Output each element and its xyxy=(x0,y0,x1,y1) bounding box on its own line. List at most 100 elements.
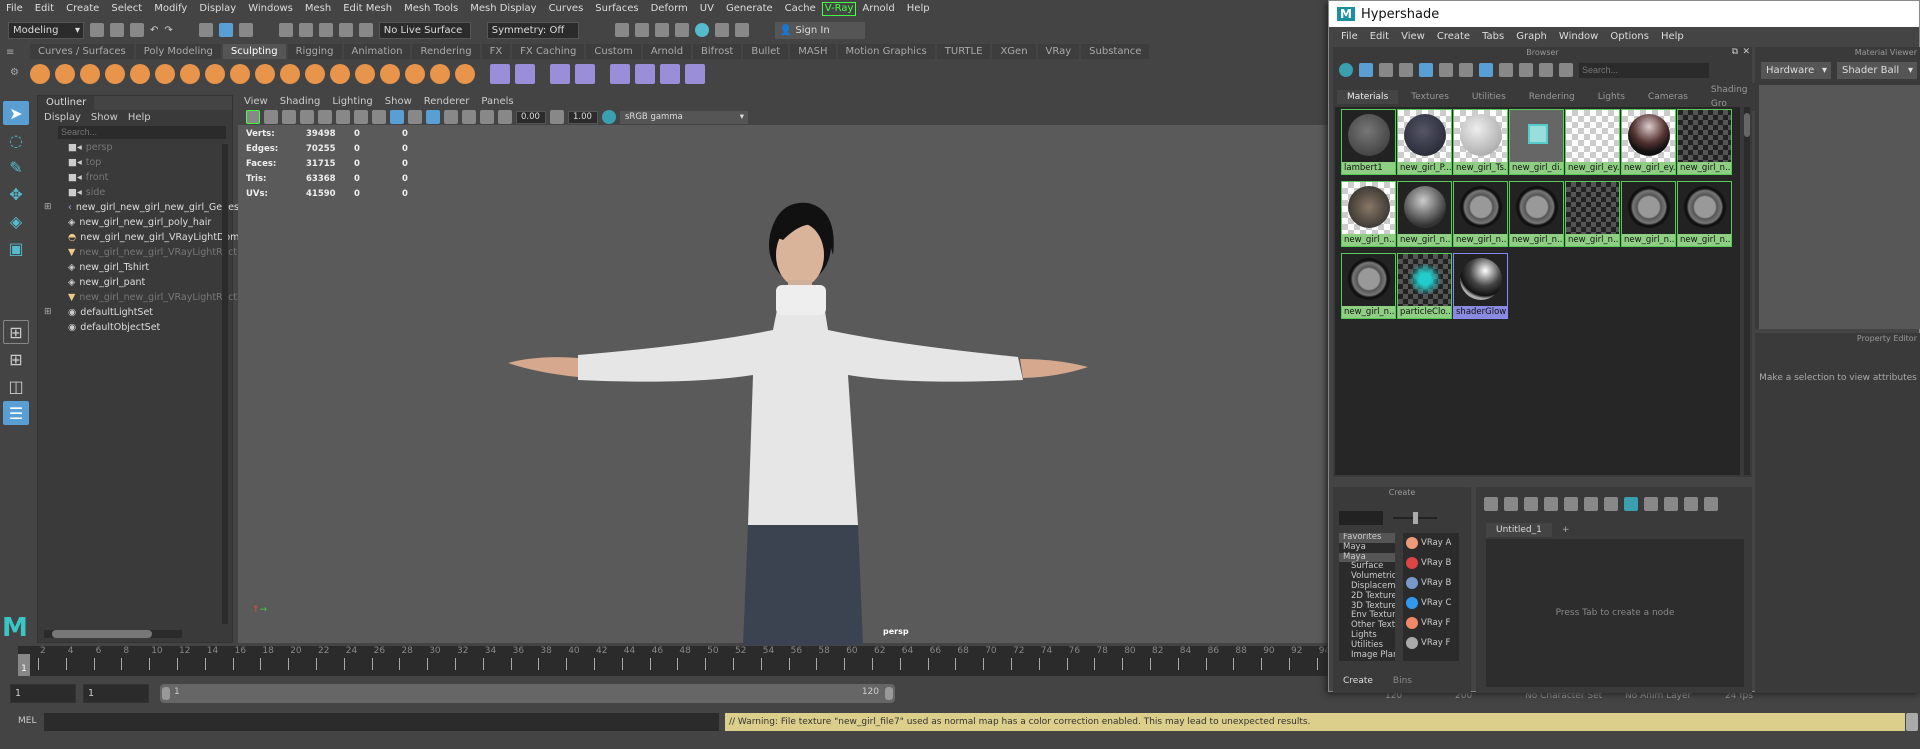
outliner-menu-help[interactable]: Help xyxy=(128,112,151,123)
redo-icon[interactable]: ↷ xyxy=(164,25,172,36)
viewport-menu-panels[interactable]: Panels xyxy=(475,95,519,109)
hypershade-menu-edit[interactable]: Edit xyxy=(1364,31,1395,42)
outliner-item[interactable]: ■◂ persp xyxy=(38,140,232,155)
playback-start-field[interactable]: 1 xyxy=(83,684,149,703)
sort-type-icon[interactable] xyxy=(1499,63,1513,77)
outliner-hscrollbar[interactable] xyxy=(44,630,182,638)
sort-name-icon[interactable] xyxy=(1479,63,1493,77)
flatten-tool-icon[interactable] xyxy=(155,64,175,84)
live-surface-field[interactable]: No Live Surface xyxy=(378,21,471,39)
pin-icon[interactable] xyxy=(1624,497,1638,511)
shelf-tab-fx[interactable]: FX xyxy=(481,44,511,59)
render-settings-icon[interactable] xyxy=(614,23,629,37)
scrape-tool-icon[interactable] xyxy=(305,64,325,84)
hypershade-menu-create[interactable]: Create xyxy=(1431,31,1476,42)
sort-time-icon[interactable] xyxy=(1519,63,1533,77)
viewport-menu-renderer[interactable]: Renderer xyxy=(418,95,476,109)
outliner-item[interactable]: ▼ new_girl_new_girl_VRayLightRect1 xyxy=(38,245,243,260)
open-scene-icon[interactable] xyxy=(110,23,124,37)
pause-icon[interactable] xyxy=(734,23,749,37)
material-swatch[interactable]: new_girl_n... xyxy=(1341,181,1396,247)
io-connections-icon[interactable] xyxy=(1504,497,1518,511)
outliner-item[interactable]: ▼ new_girl_new_girl_VRayLightRect2 xyxy=(38,290,243,305)
browser-scrollbar[interactable] xyxy=(1744,107,1750,475)
large-swatch-icon[interactable] xyxy=(1439,63,1453,77)
menu-mesh-display[interactable]: Mesh Display xyxy=(464,0,542,18)
bookmark-icon[interactable] xyxy=(282,110,296,124)
scale-tool-icon[interactable]: ▣ xyxy=(3,236,29,260)
browser-tab-textures[interactable]: Textures xyxy=(1401,90,1459,104)
workspace-dropdown[interactable]: Modeling ▾ xyxy=(8,21,84,39)
menu-mesh[interactable]: Mesh xyxy=(299,0,337,18)
create-category[interactable]: Image Planes xyxy=(1339,650,1395,661)
view-transform-dropdown[interactable]: sRGB gamma ▾ xyxy=(620,110,748,124)
graph-layout-icon[interactable] xyxy=(1604,497,1618,511)
lasso-tool-icon[interactable]: ◌ xyxy=(3,128,29,152)
convert-tool-icon[interactable] xyxy=(685,64,705,84)
float-panel-icon[interactable]: ⧉ xyxy=(1732,47,1738,57)
full-mode-icon[interactable] xyxy=(1684,497,1698,511)
smooth-shade-icon[interactable] xyxy=(390,110,404,124)
bulge-tool-icon[interactable] xyxy=(405,64,425,84)
expand-icon[interactable]: ⊞ xyxy=(44,200,52,215)
transfer-tool-icon[interactable] xyxy=(660,64,680,84)
tab-bins[interactable]: Bins xyxy=(1383,676,1422,686)
film-gate-icon[interactable] xyxy=(336,110,350,124)
menu-file[interactable]: File xyxy=(0,0,29,18)
create-node[interactable]: VRay F xyxy=(1403,633,1459,653)
repeat-tool-icon[interactable] xyxy=(230,64,250,84)
shelf-tab-xgen[interactable]: XGen xyxy=(992,44,1036,59)
smooth-tool-icon[interactable] xyxy=(55,64,75,84)
shelf-tab-turtle[interactable]: TURTLE xyxy=(936,44,991,59)
geometry-dropdown[interactable]: Shader Ball ▾ xyxy=(1837,61,1917,79)
hypershade-menu-window[interactable]: Window xyxy=(1553,31,1604,42)
wax-tool-icon[interactable] xyxy=(280,64,300,84)
snap-surface-icon[interactable] xyxy=(358,23,373,37)
hypershade-menu-help[interactable]: Help xyxy=(1655,31,1690,42)
create-filter-input[interactable] xyxy=(1339,511,1383,525)
add-graph-tab-button[interactable]: + xyxy=(1551,525,1580,535)
xray-icon[interactable] xyxy=(426,110,440,124)
outliner-item[interactable]: ⊞ ‹ new_girl_new_girl_new_girl_Genesis2 xyxy=(38,200,253,215)
outliner-menu-display[interactable]: Display xyxy=(44,112,81,123)
create-node[interactable]: VRay B xyxy=(1403,553,1459,573)
hypershade-titlebar[interactable]: M Hypershade xyxy=(1329,1,1919,27)
sign-in-button[interactable]: 👤 Sign In xyxy=(774,21,865,39)
material-swatch[interactable]: new_girl_n... xyxy=(1341,253,1396,319)
lights-icon[interactable] xyxy=(444,110,458,124)
current-frame-marker[interactable]: 1 xyxy=(18,654,30,676)
blend-shape-tool-icon[interactable] xyxy=(550,64,570,84)
material-swatch[interactable]: new_girl_n... xyxy=(1565,181,1620,247)
material-swatch[interactable]: new_girl_n... xyxy=(1397,181,1452,247)
shelf-tab-sculpting[interactable]: Sculpting xyxy=(222,44,286,59)
menu-curves[interactable]: Curves xyxy=(543,0,590,18)
menu-edit[interactable]: Edit xyxy=(29,0,60,18)
move-tool-icon[interactable]: ✥ xyxy=(3,182,29,206)
outliner-item[interactable]: ■◂ side xyxy=(38,185,232,200)
add-selected-icon[interactable] xyxy=(1564,497,1578,511)
shelf-tab-bullet[interactable]: Bullet xyxy=(743,44,789,59)
material-swatch[interactable]: new_girl_ey... xyxy=(1565,109,1620,175)
browser-tab-rendering[interactable]: Rendering xyxy=(1518,90,1585,104)
image-plane-icon[interactable] xyxy=(300,110,314,124)
shadows-icon[interactable] xyxy=(462,110,476,124)
shelf-tab-custom[interactable]: Custom xyxy=(586,44,641,59)
simple-mode-icon[interactable] xyxy=(1644,497,1658,511)
amplify-tool-icon[interactable] xyxy=(430,64,450,84)
shelf-tab-bifrost[interactable]: Bifrost xyxy=(693,44,742,59)
outliner-item[interactable]: ⊞ ◉ defaultLightSet xyxy=(38,305,232,320)
graph-tab-untitled[interactable]: Untitled_1 xyxy=(1486,523,1552,537)
viewport-menu-show[interactable]: Show xyxy=(379,95,418,109)
outliner-item[interactable]: ◉ defaultObjectSet xyxy=(38,320,232,335)
material-swatch[interactable]: shaderGlow1 xyxy=(1453,253,1508,319)
frame-all-icon[interactable] xyxy=(1544,497,1558,511)
medium-swatch-icon[interactable] xyxy=(1419,63,1433,77)
menu-select[interactable]: Select xyxy=(105,0,148,18)
select-tool-icon[interactable]: ➤ xyxy=(3,101,29,125)
snap-view-icon[interactable] xyxy=(338,23,353,37)
create-node[interactable]: VRay B xyxy=(1403,573,1459,593)
swatch-toggle-icon[interactable] xyxy=(1339,63,1353,77)
viewport-menu-view[interactable]: View xyxy=(238,95,274,109)
snap-curve-icon[interactable] xyxy=(298,23,313,37)
exposure-field[interactable]: 0.00 xyxy=(516,110,546,124)
